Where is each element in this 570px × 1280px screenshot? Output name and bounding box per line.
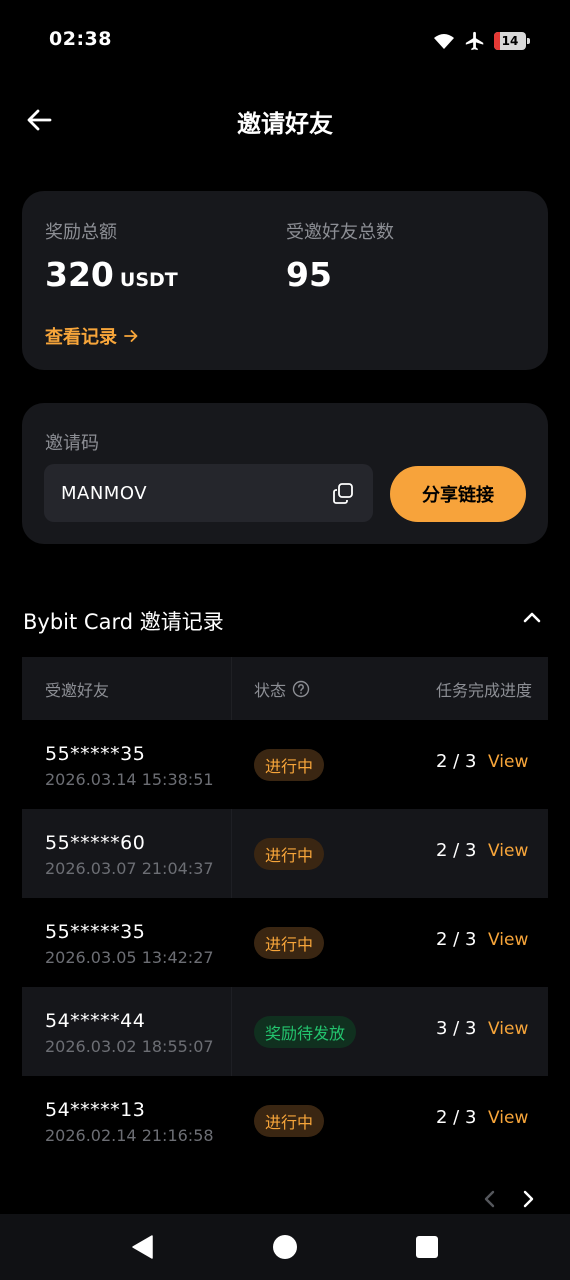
status-time: 02:38: [49, 28, 112, 50]
task-progress: 2 / 3: [436, 751, 477, 772]
reward-summary-card: 奖励总额 320 USDT 受邀好友总数 95 查看记录: [22, 191, 548, 370]
table-row: 55*****35 2026.03.14 15:38:51 进行中 2 / 3 …: [22, 720, 548, 809]
header-status-label: 状态: [254, 680, 287, 700]
table-row: 55*****60 2026.03.07 21:04:37 进行中 2 / 3 …: [22, 809, 548, 898]
collapse-section-button[interactable]: [518, 604, 546, 632]
invite-code-label: 邀请码: [45, 433, 99, 454]
nav-back-button[interactable]: [129, 1233, 157, 1261]
view-records-link[interactable]: 查看记录: [45, 323, 139, 349]
view-link[interactable]: View: [488, 930, 528, 950]
table-row: 54*****44 2026.03.02 18:55:07 奖励待发放 3 / …: [22, 987, 548, 1076]
invite-code-field: MANMOV: [44, 464, 373, 522]
friend-uid: 55*****60: [45, 832, 146, 854]
header-status: 状态: [254, 677, 310, 701]
invite-code-card: 邀请码 MANMOV 分享链接: [22, 403, 548, 544]
status-badge: 进行中: [254, 838, 325, 870]
reward-total-value: 320: [45, 255, 114, 294]
wifi-icon: [434, 34, 454, 49]
view-link[interactable]: View: [488, 1019, 528, 1039]
view-records-label: 查看记录: [45, 327, 117, 348]
invite-time: 2026.03.14 15:38:51: [45, 770, 214, 789]
status-icons: 14: [432, 30, 530, 52]
page-title: 邀请好友: [237, 110, 333, 138]
view-link[interactable]: View: [488, 1108, 528, 1128]
section-title: Bybit Card 邀请记录: [23, 610, 224, 634]
task-progress: 2 / 3: [436, 840, 477, 861]
reward-total-unit: USDT: [119, 269, 178, 291]
battery-icon: 14: [494, 32, 530, 50]
task-progress: 2 / 3: [436, 1107, 477, 1128]
invited-friends-value: 95: [286, 255, 332, 294]
invite-code-value: MANMOV: [61, 482, 148, 504]
square-recents-icon: [416, 1236, 438, 1258]
circle-home-icon: [273, 1235, 297, 1259]
status-badge: 进行中: [254, 1105, 325, 1137]
header-task-progress: 任务完成进度: [436, 680, 533, 700]
nav-home-button[interactable]: [271, 1233, 299, 1261]
share-link-button[interactable]: 分享链接: [390, 466, 526, 522]
invite-time: 2026.03.02 18:55:07: [45, 1037, 214, 1056]
status-badge: 进行中: [254, 749, 325, 781]
invited-friends-label: 受邀好友总数: [286, 222, 394, 243]
nav-recents-button[interactable]: [413, 1233, 441, 1261]
battery-level: 14: [501, 34, 519, 48]
next-page-button[interactable]: [516, 1185, 540, 1213]
task-progress: 2 / 3: [436, 929, 477, 950]
chevron-right-icon: [523, 1190, 534, 1208]
status-badge: 进行中: [254, 927, 325, 959]
chevron-left-icon: [484, 1190, 495, 1208]
reward-total: 320 USDT: [45, 255, 178, 294]
friend-uid: 54*****44: [45, 1010, 146, 1032]
table-header: 受邀好友 状态 任务完成进度: [22, 657, 548, 720]
invite-time: 2026.03.05 13:42:27: [45, 948, 214, 967]
previous-page-button[interactable]: [478, 1185, 502, 1213]
status-badge: 奖励待发放: [254, 1016, 357, 1048]
view-link[interactable]: View: [488, 841, 528, 861]
friend-uid: 55*****35: [45, 921, 146, 943]
invite-records-table: 受邀好友 状态 任务完成进度 55*****35 2026.03.14 15:3…: [22, 657, 548, 1165]
table-row: 55*****35 2026.03.05 13:42:27 进行中 2 / 3 …: [22, 898, 548, 987]
arrow-right-icon: [124, 330, 138, 342]
copy-icon[interactable]: [331, 481, 355, 505]
friend-uid: 55*****35: [45, 743, 146, 765]
task-progress: 3 / 3: [436, 1018, 477, 1039]
invite-time: 2026.03.07 21:04:37: [45, 859, 214, 878]
chevron-up-icon: [523, 612, 541, 623]
header-invited-friend: 受邀好友: [45, 680, 110, 700]
view-link[interactable]: View: [488, 752, 528, 772]
airplane-icon: [465, 31, 484, 51]
table-row: 54*****13 2026.02.14 21:16:58 进行中 2 / 3 …: [22, 1076, 548, 1165]
invite-time: 2026.02.14 21:16:58: [45, 1126, 214, 1145]
question-circle-icon[interactable]: [292, 680, 310, 698]
reward-total-label: 奖励总额: [45, 222, 117, 243]
friend-uid: 54*****13: [45, 1099, 146, 1121]
triangle-back-icon: [132, 1235, 153, 1259]
